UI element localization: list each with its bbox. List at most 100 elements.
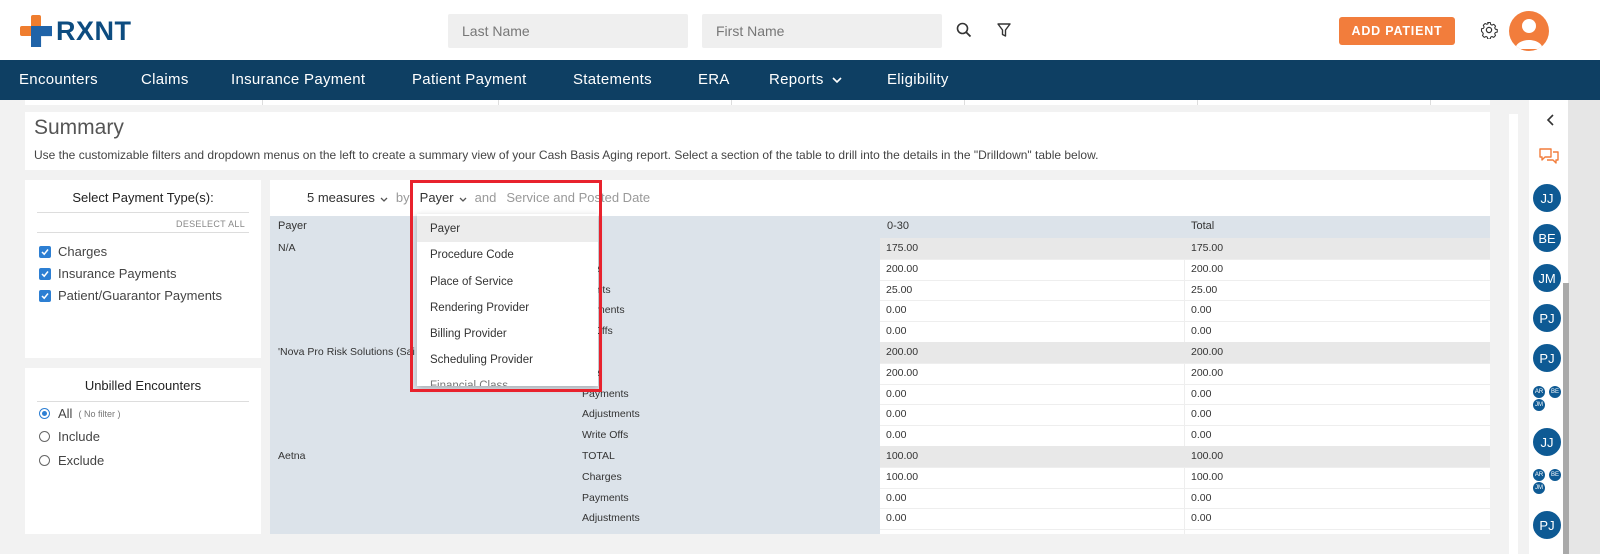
- main-scrollbar-thumb[interactable]: [1509, 114, 1518, 554]
- total-value-cell[interactable]: 200.00: [1191, 342, 1223, 363]
- filter-icon[interactable]: [992, 18, 1016, 42]
- bucket-value-cell[interactable]: 0.00: [886, 321, 906, 342]
- radio-include[interactable]: Include: [39, 429, 100, 444]
- chat-group-avatar[interactable]: JM: [1533, 399, 1545, 411]
- row-divider: [880, 466, 1490, 468]
- bucket-value-cell[interactable]: 100.00: [886, 467, 918, 488]
- total-value-cell[interactable]: 0.00: [1191, 300, 1211, 321]
- chat-group-avatar[interactable]: AR: [1533, 386, 1545, 398]
- payer-cell[interactable]: 'Nova Pro Risk Solutions (Sai: [278, 342, 415, 363]
- measures-selector[interactable]: 5 measures: [307, 190, 375, 205]
- chat-avatar[interactable]: BE: [1531, 222, 1563, 254]
- radio-label: Exclude: [58, 453, 105, 468]
- chat-scrollbar-thumb[interactable]: [1563, 283, 1569, 554]
- nav-era[interactable]: ERA: [698, 60, 730, 100]
- bucket-value-cell[interactable]: 0.00: [886, 508, 906, 529]
- chat-icon[interactable]: [1538, 147, 1560, 167]
- no-filter-note: ( No filter ): [78, 408, 121, 419]
- first-name-input[interactable]: [702, 14, 942, 48]
- add-patient-button[interactable]: ADD PATIENT: [1339, 17, 1455, 45]
- row-divider: [880, 383, 1490, 385]
- nav-claims[interactable]: Claims: [141, 60, 189, 100]
- bucket-value-cell[interactable]: 175.00: [886, 238, 918, 259]
- checkbox-insurance-payments[interactable]: Insurance Payments: [39, 266, 177, 281]
- logo-text: RXNT: [56, 15, 132, 46]
- measure-cell: Adjustments: [582, 408, 640, 421]
- bucket-value-cell[interactable]: 0.00: [886, 488, 906, 509]
- bucket-value-cell[interactable]: 0.00: [886, 384, 906, 405]
- chat-avatar[interactable]: JJ: [1531, 426, 1563, 458]
- total-row-background: [880, 342, 1490, 363]
- measures-label: 5 measures: [307, 190, 375, 205]
- gear-icon[interactable]: [1477, 18, 1501, 42]
- total-value-cell[interactable]: 175.00: [1191, 238, 1223, 259]
- nav-insurance-payment[interactable]: Insurance Payment: [231, 60, 365, 100]
- bucket-value-cell[interactable]: 0.00: [886, 425, 906, 446]
- nav-eligibility[interactable]: Eligibility: [887, 60, 949, 100]
- chat-avatar[interactable]: PJ: [1531, 302, 1563, 334]
- bucket-value-cell[interactable]: 0.00: [886, 404, 906, 425]
- nav-reports[interactable]: Reports: [769, 60, 842, 100]
- row-divider: [880, 529, 1490, 531]
- nav-statements[interactable]: Statements: [573, 60, 652, 100]
- deselect-all-button[interactable]: DESELECT ALL: [176, 219, 245, 229]
- total-value-cell[interactable]: 0.00: [1191, 404, 1211, 425]
- chat-avatar[interactable]: PJ: [1531, 509, 1563, 541]
- checkbox-label: Patient/Guarantor Payments: [58, 288, 223, 303]
- bucket-value-cell[interactable]: 0.00: [886, 300, 906, 321]
- measure-cell: Charges: [582, 470, 622, 483]
- total-value-cell[interactable]: 100.00: [1191, 446, 1223, 467]
- rxnt-logo[interactable]: RXNT: [20, 15, 132, 47]
- checkbox-label: Charges: [58, 244, 108, 259]
- radio-exclude[interactable]: Exclude: [39, 453, 104, 468]
- bucket-value-cell[interactable]: 25.00: [886, 280, 912, 301]
- row-divider: [880, 279, 1490, 281]
- measure-cell: Write Offs: [582, 429, 629, 442]
- chat-avatar[interactable]: JM: [1531, 262, 1563, 294]
- strip-divider: [262, 100, 263, 105]
- row-divider: [880, 300, 1490, 302]
- chat-panel-scrollbar[interactable]: [1568, 100, 1600, 554]
- chat-group-avatar[interactable]: BE: [1549, 469, 1561, 481]
- divider: [37, 401, 249, 402]
- total-value-cell[interactable]: 100.00: [1191, 467, 1223, 488]
- checkbox-patient-guarantor-payments[interactable]: Patient/Guarantor Payments: [39, 288, 222, 303]
- logo-cross-icon: [20, 15, 52, 47]
- chat-group-avatar[interactable]: AR: [1533, 469, 1545, 481]
- chat-group-avatar[interactable]: BE: [1549, 386, 1561, 398]
- last-name-input[interactable]: [448, 14, 688, 48]
- bucket-value-cell[interactable]: 100.00: [886, 446, 918, 467]
- nav-patient-payment[interactable]: Patient Payment: [412, 60, 527, 100]
- collapse-chevron-icon[interactable]: [1544, 113, 1558, 127]
- header-bucket-0-30[interactable]: 0-30: [887, 216, 909, 237]
- bucket-value-cell[interactable]: 200.00: [886, 363, 918, 384]
- total-value-cell[interactable]: 200.00: [1191, 259, 1223, 280]
- checkbox-checked-icon: [39, 267, 51, 280]
- total-value-cell[interactable]: 25.00: [1191, 280, 1217, 301]
- checkbox-charges[interactable]: Charges: [39, 244, 107, 259]
- total-value-cell[interactable]: 0.00: [1191, 508, 1211, 529]
- measure-cell: Payments: [582, 491, 629, 504]
- checkbox-label: Insurance Payments: [58, 266, 177, 281]
- payment-type-title: Select Payment Type(s):: [72, 190, 214, 205]
- search-icon[interactable]: [952, 18, 976, 42]
- checkbox-checked-icon: [39, 245, 51, 258]
- total-value-cell[interactable]: 0.00: [1191, 425, 1211, 446]
- nav-encounters[interactable]: Encounters: [19, 60, 98, 100]
- total-value-cell[interactable]: 0.00: [1191, 384, 1211, 405]
- payment-type-panel: Select Payment Type(s): DESELECT ALL Cha…: [25, 180, 261, 358]
- payer-cell[interactable]: Aetna: [278, 446, 305, 467]
- checkbox-checked-icon: [39, 289, 51, 302]
- chat-avatar[interactable]: JJ: [1531, 182, 1563, 214]
- payer-cell[interactable]: N/A: [278, 238, 296, 259]
- user-avatar[interactable]: [1509, 11, 1549, 51]
- radio-all[interactable]: All ( No filter ): [39, 406, 120, 421]
- total-value-cell[interactable]: 0.00: [1191, 488, 1211, 509]
- bucket-value-cell[interactable]: 200.00: [886, 259, 918, 280]
- row-divider: [880, 487, 1490, 489]
- chat-avatar[interactable]: PJ: [1531, 342, 1563, 374]
- total-value-cell[interactable]: 0.00: [1191, 321, 1211, 342]
- chat-group-avatar[interactable]: JM: [1533, 482, 1545, 494]
- total-value-cell[interactable]: 200.00: [1191, 363, 1223, 384]
- bucket-value-cell[interactable]: 200.00: [886, 342, 918, 363]
